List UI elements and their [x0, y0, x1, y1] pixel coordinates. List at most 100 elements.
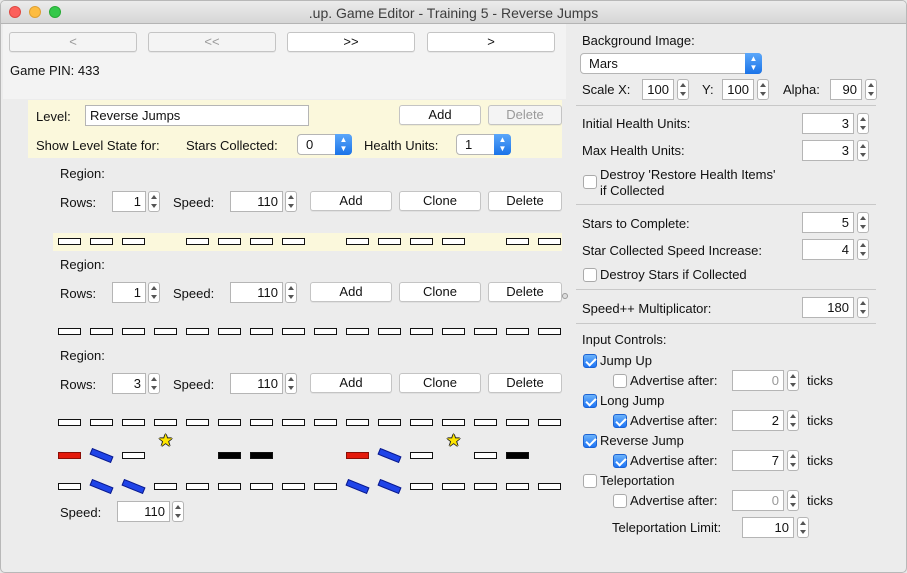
teleportation-advertise-checkbox[interactable]: [613, 494, 627, 508]
rows-field[interactable]: 1: [112, 282, 146, 303]
tile[interactable]: [410, 238, 433, 245]
tile[interactable]: [506, 483, 529, 490]
next-level-button[interactable]: >: [427, 32, 555, 52]
speed-multiplicator-stepper[interactable]: [857, 297, 869, 318]
scale-x-field[interactable]: 100: [642, 79, 674, 100]
initial-health-stepper[interactable]: [857, 113, 869, 134]
tile-red[interactable]: [58, 452, 81, 459]
speed-multiplicator-field[interactable]: 180: [802, 297, 854, 318]
tile[interactable]: [346, 419, 369, 426]
max-health-stepper[interactable]: [857, 140, 869, 161]
bottom-speed-field[interactable]: 110: [117, 501, 170, 522]
tile[interactable]: [250, 328, 273, 335]
tile[interactable]: [442, 419, 465, 426]
long-jump-checkbox[interactable]: [583, 394, 597, 408]
long-jump-advertise-field[interactable]: 2: [732, 410, 784, 431]
tile[interactable]: [506, 238, 529, 245]
tile[interactable]: [250, 419, 273, 426]
tile[interactable]: [250, 238, 273, 245]
tile[interactable]: [378, 238, 401, 245]
tile[interactable]: [186, 419, 209, 426]
tile[interactable]: [346, 238, 369, 245]
scale-y-stepper[interactable]: [757, 79, 769, 100]
tile[interactable]: [218, 238, 241, 245]
tile[interactable]: [442, 483, 465, 490]
speed-stepper[interactable]: [285, 282, 297, 303]
add-region-button[interactable]: Add: [310, 282, 392, 302]
tile[interactable]: [410, 452, 433, 459]
tile[interactable]: [90, 238, 113, 245]
tile[interactable]: [90, 419, 113, 426]
reverse-jump-advertise-checkbox[interactable]: [613, 454, 627, 468]
teleportation-checkbox[interactable]: [583, 474, 597, 488]
tile[interactable]: [442, 238, 465, 245]
tile[interactable]: [154, 483, 177, 490]
teleportation-advertise-stepper[interactable]: [787, 490, 799, 511]
tile[interactable]: [538, 328, 561, 335]
long-jump-advertise-stepper[interactable]: [787, 410, 799, 431]
tile[interactable]: [186, 483, 209, 490]
star-speed-increase-field[interactable]: 4: [802, 239, 854, 260]
tile[interactable]: [506, 419, 529, 426]
star-icon[interactable]: ★: [158, 432, 173, 449]
tile[interactable]: [122, 419, 145, 426]
tile[interactable]: [186, 238, 209, 245]
clone-region-button[interactable]: Clone: [399, 373, 481, 393]
rows-field[interactable]: 1: [112, 191, 146, 212]
tile[interactable]: [346, 328, 369, 335]
tile[interactable]: [122, 328, 145, 335]
tile[interactable]: [58, 419, 81, 426]
tile-black[interactable]: [218, 452, 241, 459]
jump-up-advertise-stepper[interactable]: [787, 370, 799, 391]
add-level-button[interactable]: Add: [399, 105, 481, 125]
long-jump-advertise-checkbox[interactable]: [613, 414, 627, 428]
delete-level-button[interactable]: Delete: [488, 105, 562, 125]
tile[interactable]: [378, 419, 401, 426]
tile[interactable]: [378, 328, 401, 335]
max-health-field[interactable]: 3: [802, 140, 854, 161]
delete-region-button[interactable]: Delete: [488, 282, 562, 302]
tile-blue-ramp[interactable]: [377, 447, 402, 464]
rows-stepper[interactable]: [148, 191, 160, 212]
tile[interactable]: [218, 328, 241, 335]
speed-stepper[interactable]: [285, 191, 297, 212]
initial-health-field[interactable]: 3: [802, 113, 854, 134]
tile[interactable]: [410, 419, 433, 426]
tile[interactable]: [58, 238, 81, 245]
health-units-select[interactable]: 1 ▲ ▼: [456, 134, 511, 155]
alpha-stepper[interactable]: [865, 79, 877, 100]
speed-field[interactable]: 110: [230, 191, 283, 212]
tile[interactable]: [282, 483, 305, 490]
delete-region-button[interactable]: Delete: [488, 191, 562, 211]
tile[interactable]: [474, 483, 497, 490]
bottom-speed-stepper[interactable]: [172, 501, 184, 522]
tile[interactable]: [538, 238, 561, 245]
clone-region-button[interactable]: Clone: [399, 282, 481, 302]
destroy-stars-checkbox[interactable]: [583, 268, 597, 282]
rows-stepper[interactable]: [148, 373, 160, 394]
tile[interactable]: [538, 419, 561, 426]
reverse-jump-advertise-field[interactable]: 7: [732, 450, 784, 471]
tile[interactable]: [154, 419, 177, 426]
stars-to-complete-field[interactable]: 5: [802, 212, 854, 233]
rows-stepper[interactable]: [148, 282, 160, 303]
tile-black[interactable]: [506, 452, 529, 459]
tile[interactable]: [218, 483, 241, 490]
delete-region-button[interactable]: Delete: [488, 373, 562, 393]
add-region-button[interactable]: Add: [310, 191, 392, 211]
tile[interactable]: [58, 328, 81, 335]
tile[interactable]: [506, 328, 529, 335]
tile-blue-ramp[interactable]: [89, 447, 114, 464]
last-level-button[interactable]: >>: [287, 32, 415, 52]
tile[interactable]: [186, 328, 209, 335]
tile[interactable]: [314, 328, 337, 335]
tile[interactable]: [474, 328, 497, 335]
level-name-field[interactable]: Reverse Jumps: [85, 105, 309, 126]
alpha-field[interactable]: 90: [830, 79, 862, 100]
tile-blue-ramp[interactable]: [89, 478, 114, 495]
first-level-button[interactable]: <<: [148, 32, 276, 52]
tile[interactable]: [474, 452, 497, 459]
tile[interactable]: [410, 483, 433, 490]
speed-field[interactable]: 110: [230, 282, 283, 303]
tile-blue-ramp[interactable]: [345, 478, 370, 495]
